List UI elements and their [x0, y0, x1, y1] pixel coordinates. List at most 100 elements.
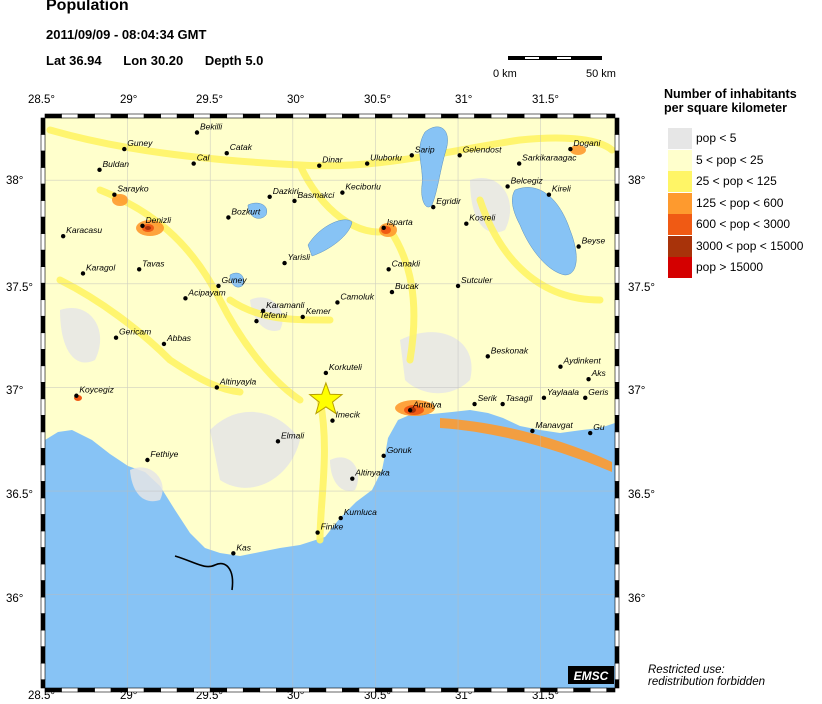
frame-segment	[614, 563, 620, 581]
city-dot	[516, 161, 522, 166]
city-label: Canakli	[392, 258, 421, 268]
city-label: Guney	[221, 275, 247, 285]
city-label: Egridir	[436, 196, 462, 206]
frame-segment	[292, 687, 310, 693]
frame-segment	[614, 332, 620, 350]
city-dot	[317, 163, 322, 168]
frame-segment	[556, 687, 574, 693]
city-label: Kumluca	[344, 507, 377, 517]
frame-segment	[40, 382, 46, 400]
frame-segment	[614, 349, 620, 367]
city-label: Antalya	[412, 399, 442, 409]
city-dot	[389, 289, 395, 295]
frame-segment	[40, 530, 46, 548]
city-dot	[381, 225, 386, 231]
frame-segment	[391, 113, 409, 119]
frame-segment	[40, 629, 46, 647]
frame-segment	[391, 687, 409, 693]
city-label: Imecik	[335, 410, 360, 420]
city-label: Gu	[593, 422, 605, 432]
frame-segment	[160, 687, 178, 693]
frame-segment	[573, 113, 591, 119]
city-dot	[500, 401, 505, 407]
city-dot	[275, 439, 281, 444]
city-label: Karagol	[86, 262, 116, 272]
city-dot	[386, 267, 391, 272]
city-dot	[381, 453, 386, 459]
city-label: Dogani	[573, 138, 601, 148]
city-label: Gericam	[119, 327, 151, 337]
frame-segment	[614, 249, 620, 267]
frame-segment	[606, 687, 616, 693]
city-dot	[315, 530, 320, 535]
frame-segment	[614, 167, 620, 185]
city-label: Kas	[236, 542, 251, 552]
frame-segment	[325, 113, 343, 119]
city-label: Bekilli	[200, 122, 223, 132]
frame-segment	[61, 113, 79, 119]
frame-segment	[614, 580, 620, 598]
frame-segment	[309, 113, 327, 119]
frame-segment	[40, 596, 46, 614]
frame-segment	[441, 113, 459, 119]
frame-segment	[614, 315, 620, 334]
city-label: Bozkurt	[231, 206, 260, 216]
frame-segment	[40, 134, 46, 152]
frame-segment	[614, 183, 620, 201]
frame-segment	[490, 687, 508, 693]
frame-segment	[614, 216, 620, 234]
city-label: Finike	[321, 522, 344, 532]
frame-segment	[375, 113, 393, 119]
frame-segment	[614, 497, 620, 515]
city-dot	[80, 271, 86, 276]
frame-segment	[614, 646, 620, 664]
city-label: Acipayam	[187, 287, 225, 297]
frame-segment	[40, 563, 46, 581]
city-dot	[407, 408, 413, 413]
frame-segment	[474, 687, 492, 693]
city-dot	[350, 476, 355, 481]
frame-segment	[614, 233, 620, 251]
city-dot	[530, 428, 535, 434]
population-map[interactable]: Bekilli Guney Cal Catak Dinar Uluborlu Sarip Ge…	[0, 0, 822, 704]
city-dot	[541, 395, 547, 401]
frame-segment	[614, 514, 620, 532]
city-dot	[282, 260, 287, 266]
frame-segment	[606, 113, 616, 119]
frame-segment	[94, 687, 112, 693]
emsc-logo: EMSC	[568, 666, 614, 684]
city-label: Elmali	[281, 430, 305, 440]
city-label: Camoluk	[340, 291, 374, 301]
frame-segment	[40, 266, 46, 284]
frame-segment	[40, 349, 46, 367]
frame-segment	[614, 266, 620, 284]
city-label: Kemer	[306, 306, 332, 316]
emsc-logo-text: EMSC	[574, 669, 609, 683]
frame-segment	[292, 113, 310, 119]
city-dot	[338, 515, 343, 521]
city-label: Fethiye	[150, 449, 178, 459]
frame-segment	[40, 464, 46, 482]
frame-segment	[358, 113, 376, 119]
frame-segment	[77, 113, 95, 119]
city-dot	[568, 146, 573, 152]
city-label: Yarisli	[288, 252, 312, 262]
city-dot	[183, 296, 188, 301]
city-dot	[74, 393, 79, 398]
city-dot	[576, 244, 581, 249]
frame-segment	[276, 687, 294, 693]
city-dot	[586, 376, 591, 382]
frame-segment	[523, 113, 541, 119]
frame-segment	[614, 629, 620, 647]
city-label: Dazkiri	[273, 186, 300, 196]
frame-segment	[474, 113, 492, 119]
frame-segment	[614, 299, 620, 317]
frame-segment	[614, 431, 620, 449]
city-label: Tavas	[142, 258, 165, 268]
frame-segment	[441, 687, 459, 693]
city-label: Karacasu	[66, 225, 102, 235]
frame-segment	[77, 687, 95, 693]
city-label: Cal	[197, 153, 211, 163]
frame-segment	[614, 613, 620, 631]
city-label: Catak	[230, 142, 253, 152]
